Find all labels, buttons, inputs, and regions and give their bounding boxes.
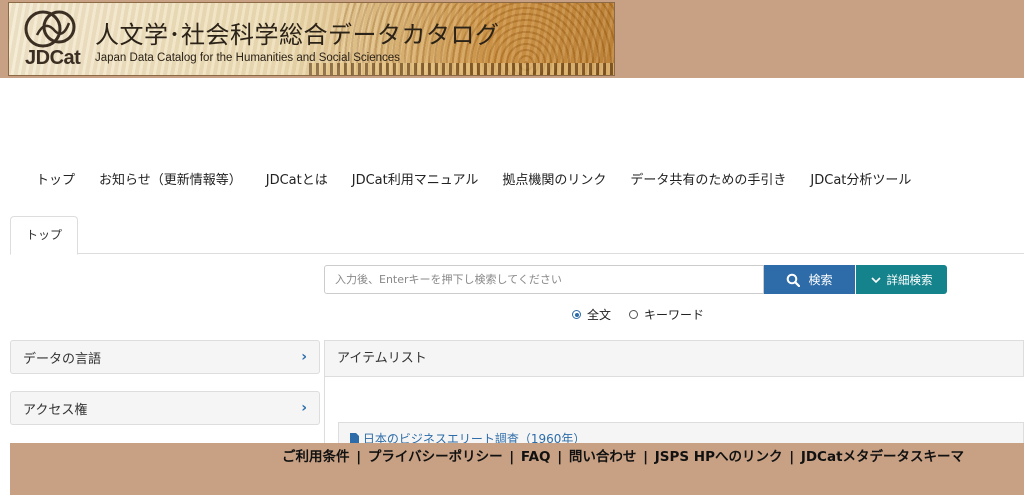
logo-text: JDCat bbox=[25, 47, 81, 69]
chevron-down-icon bbox=[870, 276, 881, 283]
advanced-search-button[interactable]: 詳細検索 bbox=[856, 265, 947, 294]
radio-keyword-label: キーワード bbox=[644, 308, 705, 322]
footer-link-faq[interactable]: FAQ bbox=[521, 449, 551, 465]
facet-label: データの言語 bbox=[23, 351, 102, 367]
nav-item-top[interactable]: トップ bbox=[36, 169, 75, 188]
footer-links: ご利用条件 | プライバシーポリシー | FAQ | 問い合わせ | JSPS … bbox=[282, 449, 965, 465]
nav-item-institutions[interactable]: 拠点機関のリンク bbox=[502, 169, 606, 188]
item-list-heading: アイテムリスト bbox=[324, 340, 1024, 377]
advanced-search-label: 詳細検索 bbox=[886, 274, 933, 287]
search-button[interactable]: 検索 bbox=[764, 265, 855, 294]
tab-top[interactable]: トップ bbox=[10, 216, 79, 255]
radio-keyword[interactable] bbox=[629, 310, 639, 319]
radio-fulltext-label: 全文 bbox=[587, 308, 612, 322]
site-subtitle: Japan Data Catalog for the Humanities an… bbox=[95, 52, 400, 64]
chevron-right-icon: › bbox=[301, 400, 307, 416]
footer-link-jsps[interactable]: JSPS HPへのリンク bbox=[655, 449, 783, 465]
site-title: 人文学･社会科学総合データカタログ bbox=[95, 21, 500, 49]
nav-item-about[interactable]: JDCatとは bbox=[266, 169, 328, 188]
facet-access-rights[interactable]: アクセス権 › bbox=[10, 391, 320, 425]
search-input[interactable] bbox=[324, 265, 764, 294]
search-button-label: 検索 bbox=[808, 273, 833, 287]
facet-label: アクセス権 bbox=[23, 402, 88, 418]
nav-item-analysis-tool[interactable]: JDCat分析ツール bbox=[810, 169, 911, 188]
nav-item-news[interactable]: お知らせ（更新情報等） bbox=[99, 169, 242, 188]
banner-stripes bbox=[309, 63, 614, 75]
footer-link-terms[interactable]: ご利用条件 bbox=[282, 449, 350, 465]
footer-link-privacy[interactable]: プライバシーポリシー bbox=[368, 449, 503, 465]
footer-link-contact[interactable]: 問い合わせ bbox=[569, 449, 637, 465]
main-nav: トップ お知らせ（更新情報等） JDCatとは JDCat利用マニュアル 拠点機… bbox=[36, 169, 935, 188]
search-icon bbox=[787, 273, 801, 287]
radio-fulltext[interactable] bbox=[572, 310, 581, 319]
nav-item-manual[interactable]: JDCat利用マニュアル bbox=[352, 169, 479, 188]
search-type-options: 全文 キーワード bbox=[572, 306, 704, 323]
footer-link-schema[interactable]: JDCatメタデータスキーマ bbox=[801, 449, 964, 465]
jdcat-logo-icon bbox=[24, 10, 76, 48]
nav-item-guide[interactable]: データ共有のための手引き bbox=[630, 169, 786, 188]
facet-data-language[interactable]: データの言語 › bbox=[10, 340, 320, 374]
tab-bar: トップ bbox=[10, 216, 1024, 255]
header-banner[interactable]: JDCat 人文学･社会科学総合データカタログ Japan Data Catal… bbox=[8, 2, 615, 76]
chevron-right-icon: › bbox=[301, 349, 307, 365]
